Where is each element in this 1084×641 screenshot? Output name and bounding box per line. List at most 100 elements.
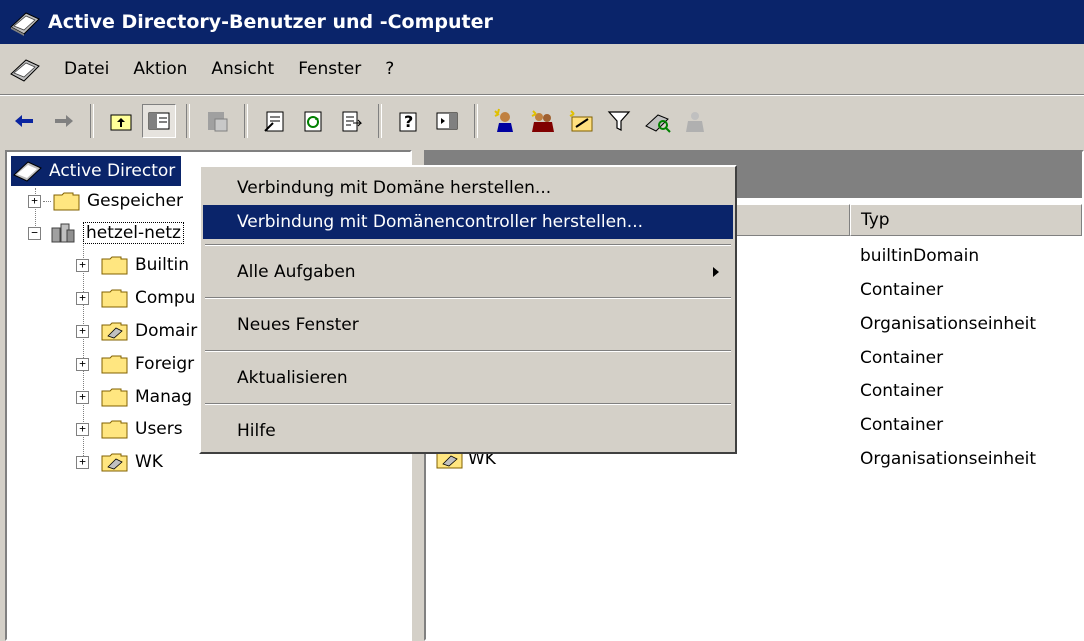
svg-text:?: ? <box>404 112 413 131</box>
tree-label: Foreigr <box>135 354 195 374</box>
menu-item-label: Verbindung mit Domänencontroller herstel… <box>237 212 644 232</box>
menu-aktion[interactable]: Aktion <box>121 59 199 79</box>
tree-item-wk[interactable]: + WK <box>76 447 163 477</box>
tree-item-managed[interactable]: + Manag <box>76 382 192 412</box>
menu-datei[interactable]: Datei <box>52 59 121 79</box>
tree-item-users[interactable]: + Users <box>76 414 183 444</box>
expand-icon[interactable]: + <box>76 422 89 436</box>
toolbar-separator <box>378 104 382 138</box>
menu-item-label: Neues Fenster <box>237 315 359 335</box>
column-header-type[interactable]: Typ <box>850 204 1082 236</box>
list-cell-type: builtinDomain <box>860 246 980 266</box>
menu-item-label: Hilfe <box>237 421 276 441</box>
menu-ansicht[interactable]: Ansicht <box>199 59 286 79</box>
tree-root[interactable]: Active Director <box>11 156 182 186</box>
list-cell-type: Container <box>860 348 944 368</box>
menu-separator <box>205 350 731 352</box>
tree-label: WK <box>135 452 163 472</box>
tree-label: Gespeicher <box>87 191 184 211</box>
help-icon[interactable]: ? <box>392 104 426 138</box>
export-list-icon[interactable] <box>334 104 368 138</box>
toolbar-separator <box>186 104 190 138</box>
folder-icon <box>101 355 128 374</box>
list-cell-type: Container <box>860 381 944 401</box>
tree-item-computers[interactable]: + Compu <box>76 283 195 313</box>
tree-label: Users <box>135 419 183 439</box>
refresh-icon[interactable] <box>296 104 330 138</box>
ad-root-icon <box>13 161 42 182</box>
expand-icon[interactable]: + <box>76 455 89 469</box>
menu-fenster[interactable]: Fenster <box>286 59 373 79</box>
tree-item-builtin[interactable]: + Builtin <box>76 250 189 280</box>
title-bar: Active Directory-Benutzer und -Computer <box>0 0 1084 44</box>
tree-item-gespeichert[interactable]: + Gespeicher <box>28 186 183 216</box>
filter-icon[interactable] <box>602 104 636 138</box>
folder-icon <box>101 388 128 407</box>
menu-item-new-window[interactable]: Neues Fenster <box>203 308 733 342</box>
menu-separator <box>205 297 731 299</box>
tree-label: hetzel-netz <box>83 222 184 244</box>
collapse-icon[interactable]: − <box>28 226 41 240</box>
expand-icon[interactable]: + <box>28 194 41 208</box>
domain-icon <box>51 223 75 243</box>
tree-label: Compu <box>135 288 196 308</box>
expand-icon[interactable]: + <box>76 258 89 272</box>
new-ou-icon[interactable] <box>564 104 598 138</box>
add-to-group-icon <box>678 104 712 138</box>
list-cell-type: Container <box>860 415 944 435</box>
menu-separator <box>205 244 731 246</box>
console-tree-icon[interactable] <box>430 104 464 138</box>
expand-icon[interactable]: + <box>76 291 89 305</box>
folder-icon <box>101 420 128 439</box>
system-menu-icon[interactable] <box>8 54 42 84</box>
submenu-arrow-icon <box>713 267 719 277</box>
list-cell-type: Container <box>860 280 944 300</box>
tree-item-hetzel-netz[interactable]: − hetzel-netz <box>28 218 184 248</box>
menu-item-help[interactable]: Hilfe <box>203 414 733 448</box>
expand-icon[interactable]: + <box>76 357 89 371</box>
folder-icon <box>101 256 128 275</box>
ou-icon <box>101 453 128 472</box>
window-title: Active Directory-Benutzer und -Computer <box>48 11 493 33</box>
find-icon[interactable] <box>640 104 674 138</box>
tree-item-foreign[interactable]: + Foreigr <box>76 349 194 379</box>
show-hide-tree-icon[interactable] <box>142 104 176 138</box>
menu-item-connect-domain[interactable]: Verbindung mit Domäne herstellen... <box>203 171 733 205</box>
toolbar-separator <box>244 104 248 138</box>
properties-icon[interactable] <box>258 104 292 138</box>
menu-item-connect-dc[interactable]: Verbindung mit Domänencontroller herstel… <box>203 205 733 239</box>
folder-icon <box>101 289 128 308</box>
expand-icon[interactable]: + <box>76 390 89 404</box>
menu-item-refresh[interactable]: Aktualisieren <box>203 361 733 395</box>
context-menu: Verbindung mit Domäne herstellen... Verb… <box>199 165 737 454</box>
back-arrow-icon[interactable] <box>8 104 42 138</box>
column-header-type-label: Typ <box>861 210 890 230</box>
delete-icon <box>200 104 234 138</box>
menu-separator <box>205 403 731 405</box>
folder-icon <box>53 192 80 211</box>
forward-arrow-icon[interactable] <box>46 104 80 138</box>
tree-root-label: Active Director <box>49 161 176 181</box>
menu-item-all-tasks[interactable]: Alle Aufgaben <box>203 255 733 289</box>
new-group-icon[interactable] <box>526 104 560 138</box>
menu-item-label: Verbindung mit Domäne herstellen... <box>237 178 552 198</box>
toolbar-separator <box>474 104 478 138</box>
up-folder-icon[interactable] <box>104 104 138 138</box>
tree-item-domain-controllers[interactable]: + Domair <box>76 316 197 346</box>
ad-app-icon <box>10 12 40 36</box>
toolbar-separator <box>90 104 94 138</box>
new-user-icon[interactable] <box>488 104 522 138</box>
tree-line <box>43 201 51 202</box>
expand-icon[interactable]: + <box>76 324 89 338</box>
list-cell-type: Organisationseinheit <box>860 449 1037 469</box>
list-cell-type: Organisationseinheit <box>860 314 1037 334</box>
tree-label: Manag <box>135 387 193 407</box>
toolbar: ? <box>0 97 1084 145</box>
tree-label: Builtin <box>135 255 190 275</box>
menu-item-label: Aktualisieren <box>237 368 348 388</box>
menu-bar: Datei Aktion Ansicht Fenster ? <box>0 44 1084 95</box>
ou-icon <box>101 322 128 341</box>
tree-label: Domair <box>135 321 198 341</box>
menu-help[interactable]: ? <box>373 59 406 79</box>
menu-item-label: Alle Aufgaben <box>237 262 356 282</box>
